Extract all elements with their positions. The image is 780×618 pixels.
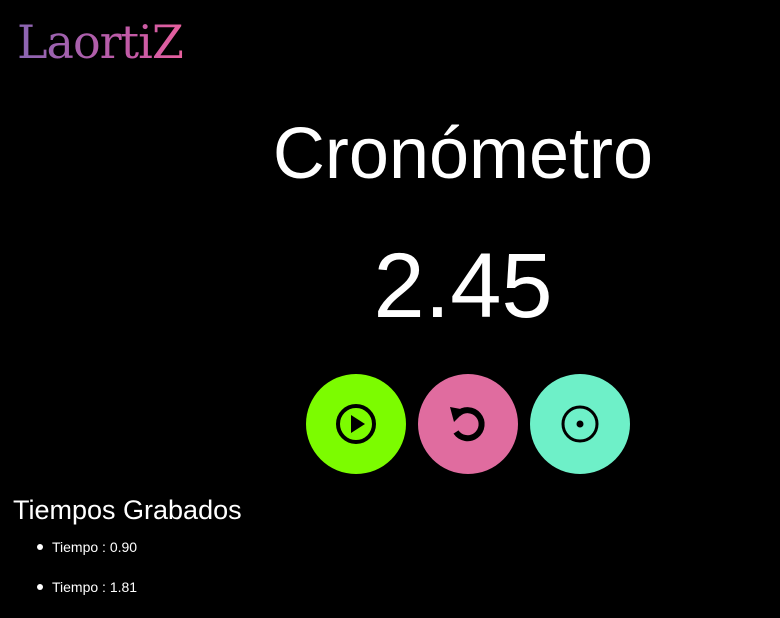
- list-item: Tiempo : 0.90: [0, 532, 137, 572]
- recorded-time-label: Tiempo : 1.81: [52, 579, 138, 595]
- recorded-time-label: Tiempo : 0.90: [52, 539, 138, 555]
- recorded-times-title: Tiempos Grabados: [13, 495, 242, 525]
- logo-text: LaortiZ: [17, 15, 184, 69]
- play-button[interactable]: [306, 374, 406, 474]
- page-title: Cronómetro: [272, 114, 654, 194]
- list-item: Tiempo : 1.81: [0, 572, 137, 612]
- timer-controls: [306, 374, 630, 474]
- timer-display: 2.45: [373, 235, 553, 337]
- logo: LaortiZ: [17, 14, 184, 70]
- reset-arrow-icon: [450, 407, 485, 442]
- record-target-icon: [561, 405, 599, 443]
- bullet-icon: [37, 544, 43, 550]
- recorded-times-list: Tiempo : 0.90 Tiempo : 1.81: [0, 532, 137, 612]
- play-circle-icon: [336, 404, 376, 444]
- bullet-icon: [37, 584, 43, 590]
- reset-button[interactable]: [418, 374, 518, 474]
- record-button[interactable]: [530, 374, 630, 474]
